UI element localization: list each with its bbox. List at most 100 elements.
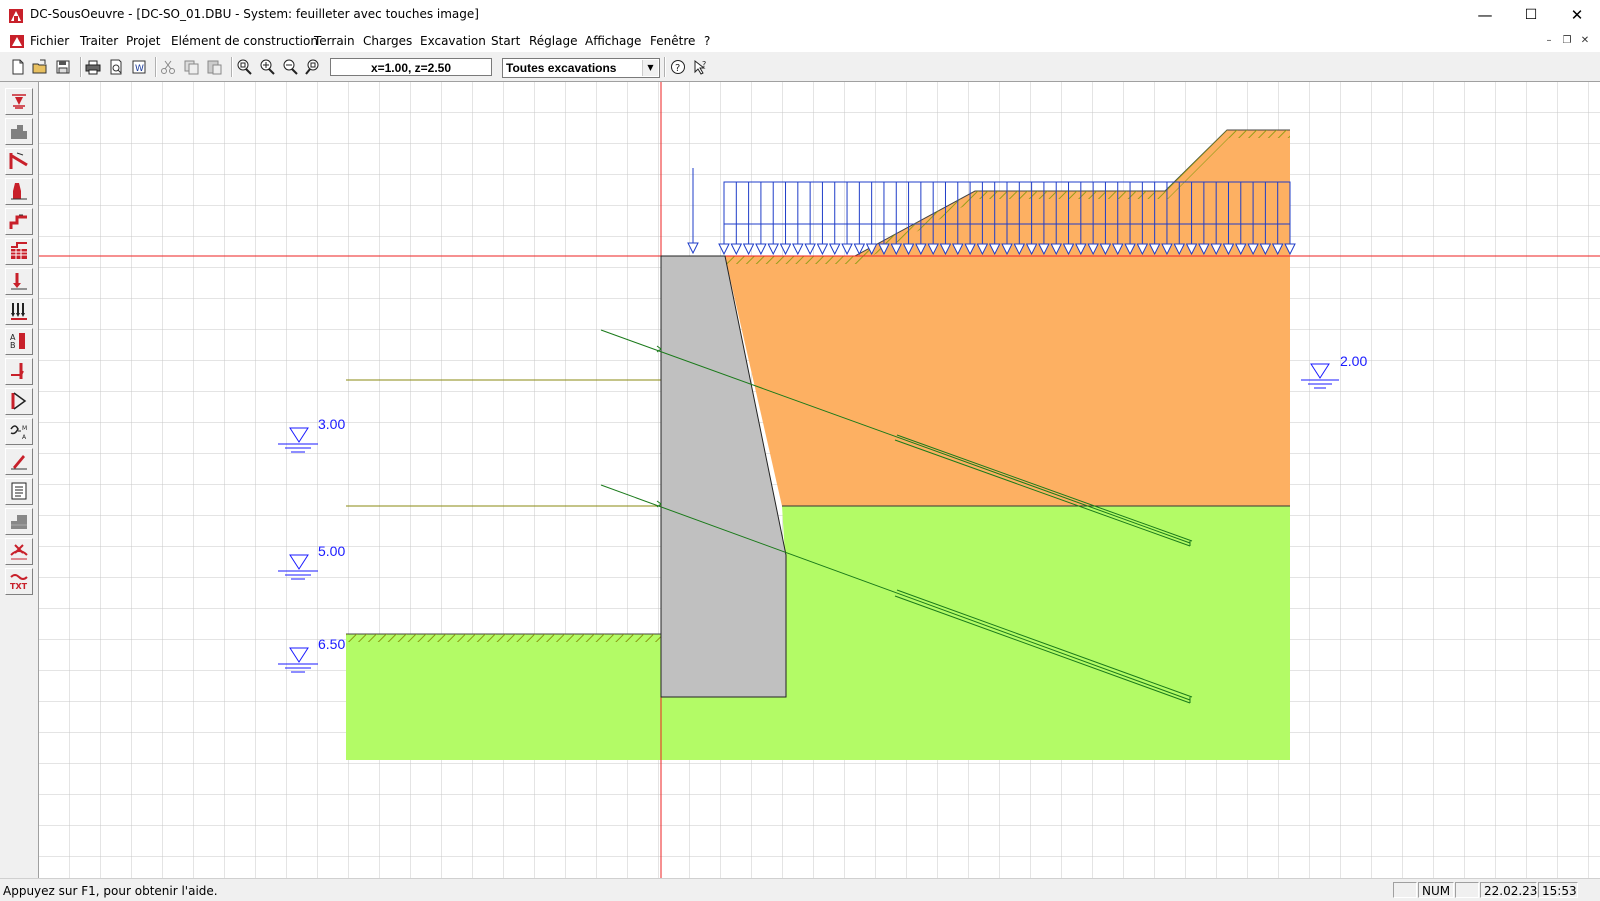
foundation-button[interactable] xyxy=(5,508,33,535)
status-num: NUM xyxy=(1418,882,1454,898)
menu-traiter[interactable]: Traiter xyxy=(80,34,118,48)
menu-excavation[interactable]: Excavation xyxy=(420,34,486,48)
level-label-3: 3.00 xyxy=(318,416,345,432)
menu-fenetre[interactable]: Fenêtre xyxy=(650,34,695,48)
svg-text:M: M xyxy=(22,425,27,432)
print-icon[interactable] xyxy=(84,58,102,76)
word-export-icon[interactable]: W xyxy=(130,58,148,76)
zoom-window-icon[interactable] xyxy=(235,58,253,76)
delete-load-button[interactable] xyxy=(5,538,33,565)
menu-help[interactable]: ? xyxy=(704,34,710,48)
wall-step-icon xyxy=(11,363,24,379)
wall-element-button[interactable] xyxy=(5,178,33,205)
title-bar: DC-SousOeuvre - [DC-SO_01.DBU - System: … xyxy=(0,0,1600,32)
point-load-button[interactable] xyxy=(5,268,33,295)
wall-element-icon xyxy=(11,183,27,200)
wall-step-button[interactable] xyxy=(5,358,33,385)
ground-layers-icon xyxy=(11,125,27,139)
lower-soil-layer xyxy=(782,506,1290,760)
print-preview-icon[interactable] xyxy=(107,58,125,76)
menu-fichier[interactable]: Fichier xyxy=(30,34,69,48)
status-panel-caps xyxy=(1393,882,1417,898)
menu-reglage[interactable]: Réglage xyxy=(529,34,578,48)
status-help-text: Appuyez sur F1, pour obtenir l'aide. xyxy=(3,884,218,898)
pen-edit-button[interactable] xyxy=(5,448,33,475)
anchor-button[interactable] xyxy=(5,148,33,175)
zoom-in-icon[interactable] xyxy=(258,58,276,76)
text-tool-label: TXT xyxy=(10,582,28,591)
water-level-icon xyxy=(12,94,26,109)
text-tool-button[interactable]: TXT xyxy=(5,568,33,595)
status-bar: Appuyez sur F1, pour obtenir l'aide. NUM… xyxy=(0,878,1600,901)
level-label-6-5: 6.50 xyxy=(318,636,345,652)
excavation-select-value: Toutes excavations xyxy=(506,61,617,75)
context-help-icon[interactable]: ? xyxy=(692,58,710,76)
status-time: 15:53 xyxy=(1538,882,1578,898)
toolbar: W x=1.00, z=2.50 Toutes excavations ▼ ? … xyxy=(0,53,1600,82)
chevron-down-icon[interactable]: ▼ xyxy=(642,60,658,76)
left-toolbar: AB MA TXT xyxy=(0,82,39,878)
status-panel-scroll xyxy=(1455,882,1479,898)
menu-projet[interactable]: Projet xyxy=(126,34,160,48)
maximize-button[interactable]: ☐ xyxy=(1508,0,1554,31)
excavation-surface-hatch xyxy=(346,634,661,642)
save-icon[interactable] xyxy=(54,58,72,76)
point-load-icon xyxy=(11,273,27,290)
menu-charges[interactable]: Charges xyxy=(363,34,412,48)
minimize-button[interactable]: — xyxy=(1462,0,1508,31)
water-level-button[interactable] xyxy=(5,88,33,115)
menu-element-de-construction[interactable]: Elément de construction xyxy=(171,34,318,48)
excavation-stage-icon xyxy=(9,214,27,229)
mdi-close-button[interactable]: ✕ xyxy=(1577,34,1593,48)
soil-layer-table-button[interactable] xyxy=(5,238,33,265)
document-icon[interactable] xyxy=(9,34,25,49)
text-tool-icon: TXT xyxy=(10,574,28,591)
report-button[interactable] xyxy=(5,478,33,505)
earth-pressure-icon xyxy=(11,392,27,410)
menu-affichage[interactable]: Affichage xyxy=(585,34,641,48)
level-label-2: 2.00 xyxy=(1340,353,1367,369)
svg-text:?: ? xyxy=(702,60,706,69)
excavation-select[interactable]: Toutes excavations ▼ xyxy=(502,58,660,78)
window-title: DC-SousOeuvre - [DC-SO_01.DBU - System: … xyxy=(30,7,479,21)
coordinate-display: x=1.00, z=2.50 xyxy=(330,58,492,76)
svg-text:W: W xyxy=(135,64,144,74)
copy-icon[interactable] xyxy=(182,58,200,76)
excavation-stage-button[interactable] xyxy=(5,208,33,235)
section-forces-button[interactable]: MA xyxy=(5,418,33,445)
distributed-load-icon xyxy=(11,303,27,320)
menu-bar: Fichier Traiter Projet Elément de constr… xyxy=(0,31,1600,52)
help-icon[interactable]: ? xyxy=(669,58,687,76)
status-date: 22.02.23 xyxy=(1480,882,1537,898)
app-logo-icon xyxy=(9,9,23,23)
ground-layers-button[interactable] xyxy=(5,118,33,145)
pen-edit-icon xyxy=(11,455,27,470)
close-button[interactable]: ✕ xyxy=(1554,0,1600,31)
mdi-minimize-button[interactable]: – xyxy=(1541,34,1557,48)
anchor-list-button[interactable]: AB xyxy=(5,328,33,355)
svg-text:A: A xyxy=(22,434,27,441)
new-file-icon[interactable] xyxy=(9,58,27,76)
level-label-5: 5.00 xyxy=(318,543,345,559)
mdi-restore-button[interactable]: ❐ xyxy=(1559,34,1575,48)
zoom-out-icon[interactable] xyxy=(281,58,299,76)
section-forces-icon: MA xyxy=(10,425,27,441)
paste-icon[interactable] xyxy=(205,58,223,76)
anchor-icon xyxy=(9,152,28,169)
svg-text:B: B xyxy=(10,341,16,350)
anchor-list-icon: AB xyxy=(10,333,25,350)
earth-pressure-button[interactable] xyxy=(5,388,33,415)
foundation-icon xyxy=(11,515,27,529)
zoom-all-icon[interactable] xyxy=(304,58,322,76)
open-file-icon[interactable] xyxy=(31,58,49,76)
upper-soil-layer xyxy=(725,256,1290,506)
menu-start[interactable]: Start xyxy=(491,34,520,48)
cut-icon[interactable] xyxy=(159,58,177,76)
drawing-svg: 2.00 3.00 5.00 6.50 xyxy=(39,82,1600,878)
menu-terrain[interactable]: Terrain xyxy=(314,34,355,48)
delete-load-icon xyxy=(10,544,28,560)
svg-text:?: ? xyxy=(675,63,680,74)
drawing-canvas[interactable]: 2.00 3.00 5.00 6.50 xyxy=(39,82,1600,878)
distributed-load-button[interactable] xyxy=(5,298,33,325)
soil-layer-table-icon xyxy=(11,242,27,259)
